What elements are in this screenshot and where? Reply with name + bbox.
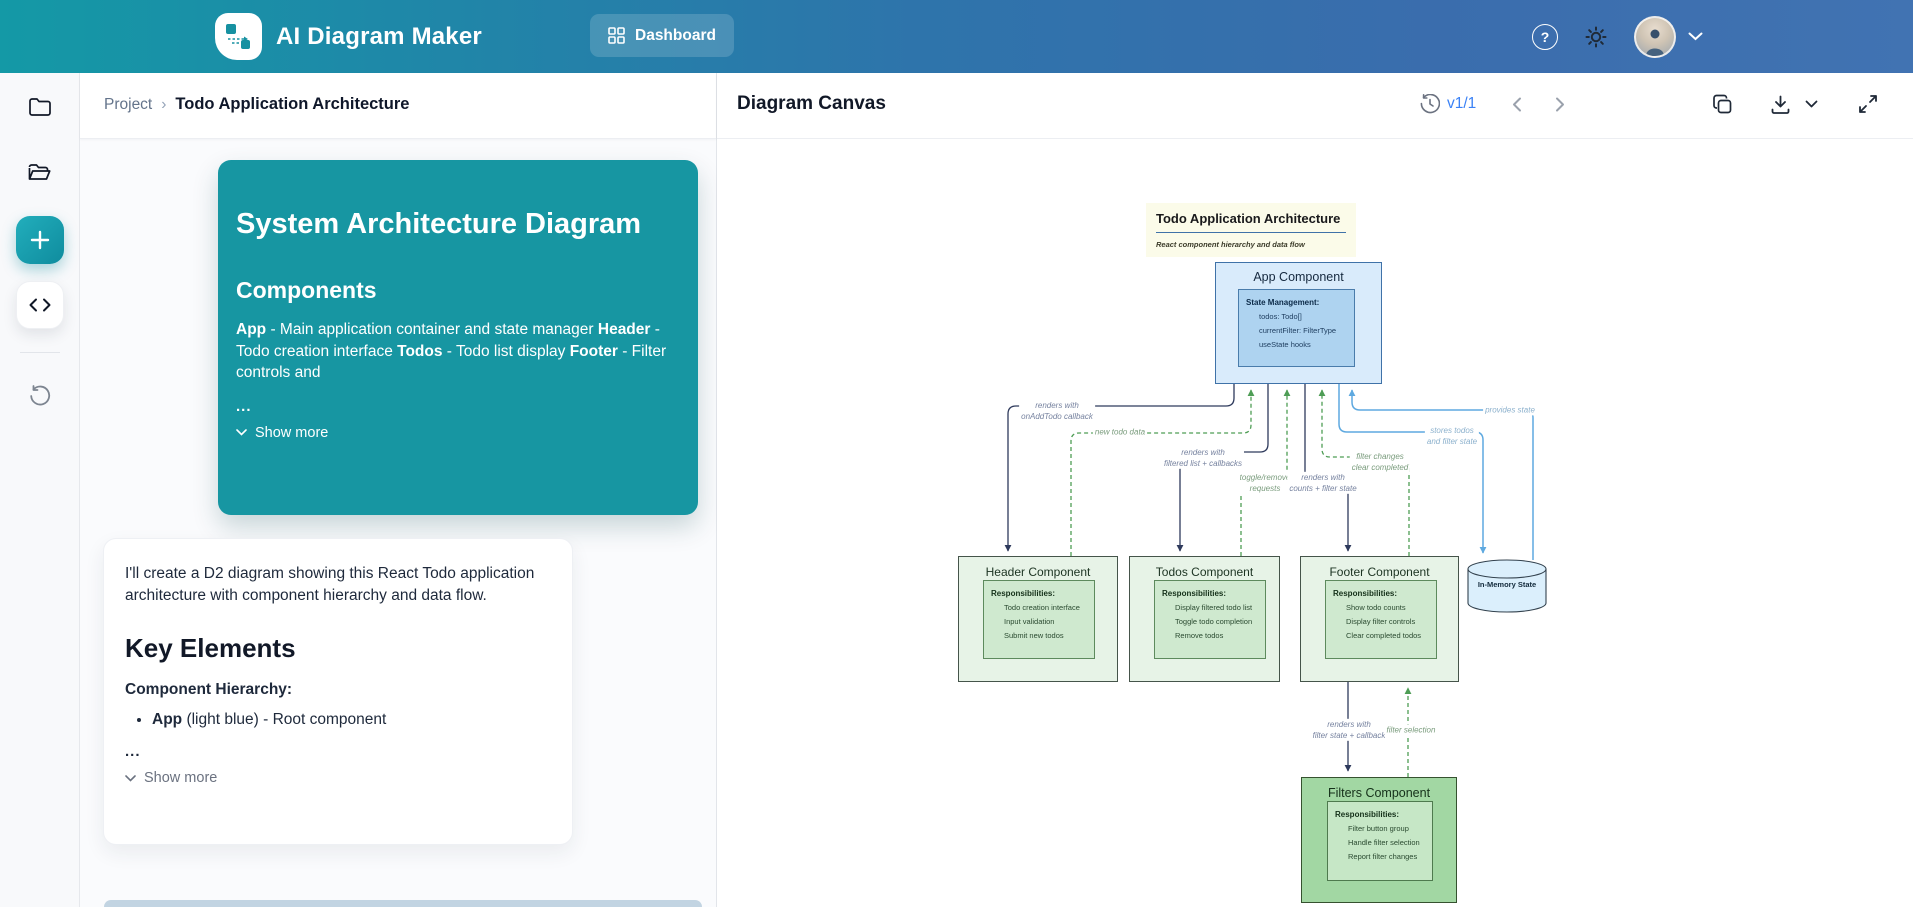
responsibilities-box: Responsibilities: Show todo counts Displ…: [1325, 580, 1437, 659]
help-glyph: ?: [1541, 29, 1550, 45]
download-icon[interactable]: [1770, 94, 1791, 115]
diagram-title-block: Todo Application Architecture React comp…: [1146, 203, 1356, 257]
code-icon: [29, 298, 51, 312]
copy-icon[interactable]: [1712, 94, 1733, 115]
chevron-down-icon[interactable]: [1688, 32, 1703, 41]
chevron-down-icon: [125, 775, 136, 782]
left-toolbar: [0, 73, 80, 907]
edge-label-renders-filter-state: renders with filter state + callback: [1311, 719, 1388, 741]
edge-label-renders-filtered: renders with filtered list + callbacks: [1162, 447, 1244, 469]
truncation-ellipsis: ...: [125, 743, 552, 760]
diagram-title: Todo Application Architecture: [1156, 211, 1346, 233]
summary-card-heading: Components: [236, 277, 678, 304]
previous-version-button[interactable]: [1512, 97, 1522, 112]
sidebar-divider: [20, 352, 60, 353]
edge-label-renders-counts: renders with counts + filter state: [1287, 472, 1358, 494]
grid-icon: [608, 27, 625, 44]
breadcrumb-project-link[interactable]: Project: [104, 96, 152, 114]
plus-icon: [30, 230, 50, 250]
todos-component-box: Todos Component Responsibilities: Displa…: [1129, 556, 1280, 682]
user-menu[interactable]: [1634, 16, 1703, 58]
detail-show-more-button[interactable]: Show more: [125, 770, 217, 786]
summary-card-body: App - Main application container and sta…: [236, 319, 678, 384]
header-component-box: Header Component Responsibilities: Todo …: [958, 556, 1118, 682]
app-component-box: App Component State Management: todos: T…: [1215, 262, 1382, 384]
conversation-panel: Project › Todo Application Architecture …: [80, 73, 717, 907]
list-item: App (light blue) - Root component: [152, 711, 552, 729]
dashboard-label: Dashboard: [635, 27, 716, 45]
diagram-canvas[interactable]: Todo Application Architecture React comp…: [717, 139, 1913, 907]
responsibilities-box: Responsibilities: Filter button group Ha…: [1327, 801, 1433, 881]
truncation-ellipsis: ...: [236, 398, 678, 415]
responsibilities-box: Responsibilities: Display filtered todo …: [1154, 580, 1266, 659]
edge-label-filter-changes: filter changes clear completed: [1350, 451, 1410, 473]
key-elements-heading: Key Elements: [125, 633, 552, 664]
history-undo-icon[interactable]: [29, 385, 51, 407]
diagram-logo-icon: [215, 13, 262, 60]
in-memory-state-label: In-Memory State: [1468, 580, 1546, 589]
edge-label-provides-state: provides state: [1483, 404, 1537, 415]
message-list: System Architecture Diagram Components A…: [80, 139, 716, 907]
component-hierarchy-subheading: Component Hierarchy:: [125, 681, 552, 699]
summary-show-more-button[interactable]: Show more: [236, 425, 328, 441]
theme-toggle-sun-icon[interactable]: [1584, 25, 1608, 49]
breadcrumb-separator: ›: [161, 96, 166, 114]
breadcrumb: Project › Todo Application Architecture: [104, 95, 409, 114]
summary-card-title: System Architecture Diagram: [236, 206, 678, 243]
edge-label-toggle-remove: toggle/remove requests: [1238, 472, 1293, 494]
code-view-button[interactable]: [16, 281, 64, 329]
new-diagram-button[interactable]: [16, 216, 64, 264]
download-options-chevron-icon[interactable]: [1805, 100, 1818, 108]
next-message-peek[interactable]: [104, 900, 702, 907]
dashboard-button[interactable]: Dashboard: [590, 14, 734, 57]
edge-label-filter-selection: filter selection: [1385, 724, 1438, 735]
responsibilities-box: Responsibilities: Todo creation interfac…: [983, 580, 1095, 659]
folder-open-icon[interactable]: [28, 163, 51, 182]
hierarchy-list: App (light blue) - Root component: [125, 711, 552, 729]
edge-label-new-todo-data: new todo data: [1093, 426, 1147, 437]
app-title: AI Diagram Maker: [276, 23, 482, 51]
assistant-message-card: I'll create a D2 diagram showing this Re…: [103, 538, 573, 845]
filters-component-box: Filters Component Responsibilities: Filt…: [1301, 777, 1457, 903]
diagram-subtitle: React component hierarchy and data flow: [1156, 240, 1346, 249]
edge-label-renders-onaddtodo: renders with onAddTodo callback: [1019, 400, 1095, 422]
folder-icon[interactable]: [29, 97, 51, 116]
summary-message-card: System Architecture Diagram Components A…: [218, 160, 698, 515]
chevron-down-icon: [236, 429, 247, 436]
assistant-intro-text: I'll create a D2 diagram showing this Re…: [125, 563, 552, 607]
edge-label-stores-todos: stores todos and filter state: [1425, 425, 1479, 447]
footer-component-box: Footer Component Responsibilities: Show …: [1300, 556, 1459, 682]
help-icon[interactable]: ?: [1532, 24, 1558, 50]
fullscreen-expand-icon[interactable]: [1858, 94, 1878, 114]
app-logo: AI Diagram Maker: [215, 13, 482, 60]
breadcrumb-current-title: Todo Application Architecture: [175, 95, 409, 114]
top-navbar: AI Diagram Maker Dashboard ?: [0, 0, 1913, 73]
user-avatar[interactable]: [1634, 16, 1676, 58]
version-history-icon[interactable]: [1420, 94, 1440, 114]
canvas-title: Diagram Canvas: [737, 93, 886, 115]
version-label: v1/1: [1447, 95, 1476, 113]
diagram-canvas-panel: Diagram Canvas v1/1: [717, 73, 1913, 907]
next-version-button[interactable]: [1555, 97, 1565, 112]
state-management-box: State Management: todos: Todo[] currentF…: [1238, 289, 1355, 367]
d2-diagram: Todo Application Architecture React comp…: [717, 139, 1913, 907]
